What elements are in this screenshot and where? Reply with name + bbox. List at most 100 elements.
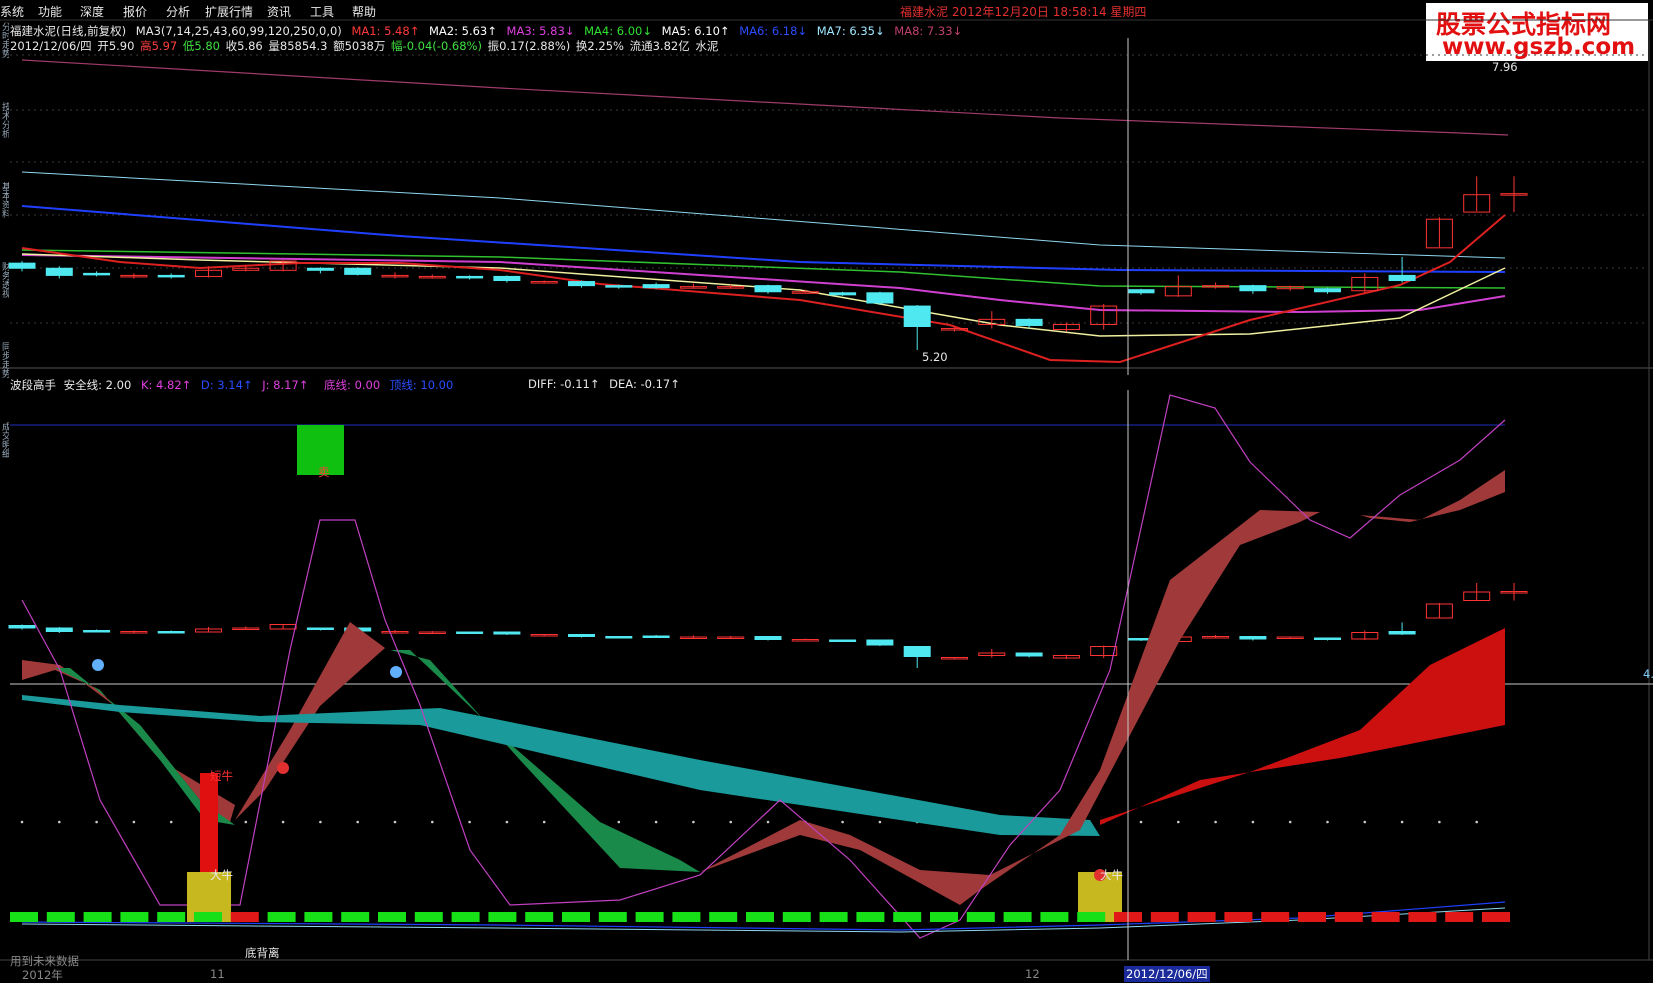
main-info-line: 2012/12/06/四 开5.90 高5.97 低5.80 收5.86 量85…	[10, 38, 724, 54]
state-square	[1150, 912, 1179, 922]
divergence-label: 底背离	[245, 946, 280, 960]
d-label: D: 3.14↑	[200, 378, 253, 392]
safe-line-dot	[729, 820, 732, 824]
price-candle	[45, 267, 73, 276]
state-square	[966, 912, 995, 922]
safe-line-dot	[356, 820, 360, 824]
low-price-marker: 5.20	[922, 350, 948, 364]
state-square	[672, 912, 701, 922]
side-tab-detail[interactable]: 成交明细	[0, 422, 9, 502]
safe-line-dot	[654, 820, 658, 824]
sub-candle	[1314, 637, 1341, 640]
x-axis-month-11: 11	[210, 967, 225, 981]
state-square	[46, 912, 75, 922]
sell-signal-label: 卖	[318, 465, 330, 479]
top-line-label: 顶线: 10.00	[389, 378, 454, 392]
side-tab-sync[interactable]: 同步走势	[0, 342, 9, 422]
price-candle	[605, 285, 633, 288]
safe-line-dot	[393, 820, 397, 824]
safe-line-dot	[1139, 820, 1143, 824]
state-square	[1408, 912, 1437, 922]
safe-line-dot	[1438, 820, 1441, 824]
side-tab-fundamental[interactable]: 基本资料	[0, 182, 9, 262]
price-candle	[8, 262, 36, 269]
state-square	[1482, 912, 1510, 922]
state-square	[782, 912, 811, 922]
side-tab-technical[interactable]: 技术分析	[0, 102, 9, 182]
safe-line-dot	[1288, 820, 1292, 824]
info-date: 2012/12/06/四	[10, 39, 92, 53]
safe-line-dot	[505, 820, 509, 824]
state-square	[1187, 912, 1216, 922]
price-candle	[1239, 285, 1267, 292]
price-candle	[903, 305, 931, 327]
info-amount: 额5038万	[333, 39, 386, 53]
right-axis-value: 4.	[1643, 667, 1653, 681]
ma4-line	[21, 249, 1506, 289]
k-label: K: 4.82↑	[140, 378, 192, 392]
safe-line-dot	[692, 820, 695, 824]
ma3-label: MA3: 5.83↓	[506, 24, 575, 38]
sub-candle	[493, 631, 521, 635]
ma3-line	[21, 254, 1506, 314]
side-tab-intraday[interactable]: 分时走势	[0, 22, 9, 102]
state-square	[1261, 912, 1290, 922]
safe-line-dot	[431, 820, 434, 824]
state-square	[1040, 912, 1069, 922]
sub-candle	[829, 639, 857, 642]
side-tabs: 分时走势 技术分析 基本资料 财务透视 同步走势 成交明细	[0, 22, 9, 502]
sub-candle	[642, 635, 670, 638]
price-candle	[568, 281, 595, 287]
ma1-label: MA1: 5.48↑	[351, 24, 420, 38]
sub-panel-legend: 波段高手 安全线: 2.00 K: 4.82↑ D: 3.14↑ J: 8.17…	[10, 377, 459, 393]
info-float: 流通3.82亿	[629, 39, 690, 53]
sub-candle	[568, 634, 595, 637]
chart-canvas[interactable]	[0, 0, 1653, 981]
state-square	[1371, 912, 1400, 922]
state-square	[856, 912, 885, 922]
sub-candle	[1015, 652, 1043, 657]
safe-line-dot	[1177, 820, 1180, 824]
safe-line-dot	[766, 820, 770, 824]
j-label: J: 8.17↑	[262, 378, 309, 392]
ma6-line	[21, 205, 1506, 273]
safe-line-dot	[281, 820, 285, 824]
ma-params: MA3(7,14,25,43,60,99,120,250,0,0)	[135, 24, 342, 38]
info-sector: 水泥	[695, 39, 719, 53]
safe-line-dot	[617, 820, 621, 824]
sub-candle	[1388, 631, 1416, 635]
info-amplitude: 振0.17(2.88%)	[487, 39, 571, 53]
safe-line-dot	[1475, 820, 1478, 824]
main-ma-legend: 福建水泥(日线,前复权) MA3(7,14,25,43,60,99,120,25…	[10, 23, 968, 39]
price-candle	[83, 272, 111, 276]
info-turnover: 换2.25%	[575, 39, 624, 53]
sub-candle	[83, 630, 111, 633]
price-candle	[1127, 289, 1155, 294]
price-candle	[829, 292, 857, 296]
safe-line-dot	[878, 820, 882, 824]
state-square	[267, 912, 296, 922]
state-square	[1298, 912, 1326, 922]
state-square	[635, 912, 664, 922]
state-square	[819, 912, 848, 922]
info-change: 幅-0.04(-0.68%)	[391, 39, 482, 53]
state-square	[230, 912, 259, 922]
state-square	[304, 912, 333, 922]
price-candle	[1015, 318, 1043, 326]
red-signal-dot-1	[277, 762, 289, 774]
state-square	[930, 912, 958, 922]
state-square	[1003, 912, 1032, 922]
sub-candle	[306, 627, 334, 630]
diff-label: DIFF: -0.11↑	[528, 377, 600, 391]
price-candle	[344, 267, 372, 275]
safe-line-dot	[468, 820, 471, 824]
state-square	[1445, 912, 1474, 922]
state-square	[83, 912, 112, 922]
state-square	[341, 912, 370, 922]
ma5-label: MA5: 6.10↑	[661, 24, 730, 38]
ma8-line	[21, 59, 1509, 136]
state-square	[598, 912, 627, 922]
price-candle	[866, 292, 894, 304]
safe-line-dot	[1214, 820, 1217, 824]
side-tab-finance[interactable]: 财务透视	[0, 262, 9, 342]
